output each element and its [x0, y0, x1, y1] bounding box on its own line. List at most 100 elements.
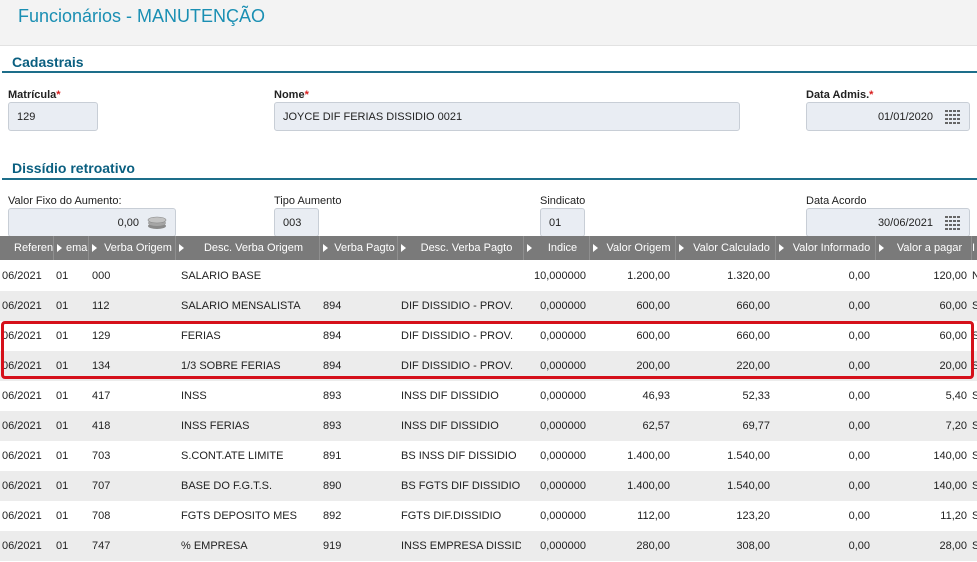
cell-valor-a-pagar: 20,00	[939, 360, 967, 372]
table-row[interactable]: 06/2021 01 417 INSS 893 INSS DIF DISSIDIO 0,00…	[0, 381, 977, 411]
cell-semana: 01	[56, 300, 69, 312]
table-row[interactable]: 06/2021 01 703 S.CONT.ATE LIMITE 891 BS INSS …	[0, 441, 977, 471]
sort-arrow-icon	[779, 244, 784, 252]
cell-valor-a-pagar: 11,20	[940, 510, 967, 522]
cell-verba-origem: 703	[92, 450, 111, 462]
cell-valor-calculado: 308,00	[736, 540, 770, 552]
cell-valor-informado: 0,00	[848, 330, 870, 342]
column-header-extra[interactable]: I	[972, 236, 977, 260]
cell-valor-calculado: 123,20	[736, 510, 770, 522]
sindicato-field[interactable]: 01	[540, 208, 585, 237]
cell-valor-a-pagar: 120,00	[933, 270, 967, 282]
cell-desc-verba-pagto	[401, 261, 521, 291]
table-row[interactable]: 06/2021 01 747 % EMPRESA 919 INSS EMPRESA DIS…	[0, 531, 977, 561]
sort-arrow-icon	[593, 244, 598, 252]
cell-valor-a-pagar: 28,00	[939, 540, 967, 552]
cell-desc-verba-pagto: DIF DISSIDIO - PROV.	[401, 360, 514, 372]
cell-valor-origem: 600,00	[636, 300, 670, 312]
cell-semana: 01	[56, 330, 69, 342]
cell-extra: S	[972, 330, 977, 342]
cell-indice: 0,000000	[540, 510, 586, 522]
cell-verba-origem: 112	[92, 300, 110, 312]
cell-referencia: 06/2021	[2, 450, 42, 462]
table-row[interactable]: 06/2021 01 112 SALARIO MENSALISTA 894 DIF DIS…	[0, 291, 977, 321]
cell-desc-verba-origem: 1/3 SOBRE FERIAS	[181, 360, 281, 372]
cell-valor-calculado: 660,00	[736, 300, 770, 312]
column-header-desc-verba-pagto[interactable]: Desc. Verba Pagto	[398, 236, 524, 260]
tipo-aumento-field[interactable]: 003	[274, 208, 319, 237]
cell-valor-calculado: 69,77	[742, 420, 770, 432]
cell-valor-a-pagar: 7,20	[945, 420, 967, 432]
data-acordo-field[interactable]: 30/06/2021	[806, 208, 970, 237]
table-row[interactable]: 06/2021 01 708 FGTS DEPOSITO MES 892 FGTS DIF…	[0, 501, 977, 531]
column-header-verba-origem[interactable]: Verba Origem	[89, 236, 176, 260]
column-header-verba-pagto[interactable]: Verba Pagto	[320, 236, 398, 260]
required-mark: *	[869, 89, 874, 101]
calendar-icon[interactable]	[945, 110, 961, 124]
matricula-field[interactable]: 129	[8, 102, 98, 131]
grid-header: Referen emai Verba Origem Desc. Verba Or…	[0, 236, 977, 260]
sort-arrow-icon	[401, 244, 406, 252]
column-header-valor-a-pagar[interactable]: Valor a pagar	[876, 236, 972, 260]
cell-verba-pagto: 891	[323, 450, 342, 462]
data-acordo-value: 30/06/2021	[877, 216, 933, 229]
cell-valor-origem: 112,00	[637, 510, 670, 522]
cell-extra: S	[972, 390, 977, 402]
table-row[interactable]: 06/2021 01 418 INSS FERIAS 893 INSS DIF DISSI…	[0, 411, 977, 441]
cell-desc-verba-pagto: BS FGTS DIF DISSIDIO	[401, 480, 521, 492]
cell-desc-verba-origem: SALARIO BASE	[181, 270, 262, 282]
valor-fixo-label: Valor Fixo do Aumento:	[8, 195, 122, 207]
calendar-icon[interactable]	[945, 216, 961, 230]
cell-verba-pagto: 894	[323, 330, 342, 342]
cell-referencia: 06/2021	[2, 330, 42, 342]
cell-extra: S	[972, 450, 977, 462]
column-header-valor-origem[interactable]: Valor Origem	[590, 236, 676, 260]
sort-arrow-icon	[92, 244, 97, 252]
cell-indice: 0,000000	[540, 360, 586, 372]
nome-field[interactable]: JOYCE DIF FERIAS DISSIDIO 0021	[274, 102, 740, 131]
cell-semana: 01	[56, 540, 69, 552]
data-admis-field[interactable]: 01/01/2020	[806, 102, 970, 131]
sort-arrow-icon	[179, 244, 184, 252]
cell-valor-origem: 200,00	[636, 360, 670, 372]
table-row[interactable]: 06/2021 01 134 1/3 SOBRE FERIAS 894 DIF DISSI…	[0, 351, 977, 381]
cell-valor-a-pagar: 140,00	[933, 480, 967, 492]
column-header-valor-informado[interactable]: Valor Informado	[776, 236, 876, 260]
cell-extra: S	[972, 300, 977, 312]
cell-desc-verba-pagto: DIF DISSIDIO - PROV.	[401, 330, 514, 342]
matricula-label: Matrícula*	[8, 89, 61, 101]
column-header-indice[interactable]: Indice	[524, 236, 590, 260]
column-header-valor-calculado[interactable]: Valor Calculado	[676, 236, 776, 260]
data-admis-label: Data Admis.*	[806, 89, 874, 101]
section-divider	[2, 71, 977, 73]
title-bar: Funcionários - MANUTENÇÃO	[0, 0, 977, 46]
cell-verba-origem: 708	[92, 510, 111, 522]
column-header-semana[interactable]: emai	[54, 236, 89, 260]
cell-referencia: 06/2021	[2, 510, 42, 522]
cell-valor-calculado: 52,33	[742, 390, 770, 402]
cell-indice: 0,000000	[540, 390, 586, 402]
table-row[interactable]: 06/2021 01 707 BASE DO F.G.T.S. 890 BS FGTS D…	[0, 471, 977, 501]
cell-valor-informado: 0,00	[848, 450, 870, 462]
cell-valor-informado: 0,00	[848, 510, 870, 522]
cell-extra: S	[972, 420, 977, 432]
cell-verba-pagto: 890	[323, 480, 342, 492]
cell-valor-origem: 62,57	[642, 420, 670, 432]
column-header-referencia[interactable]: Referen	[0, 236, 54, 260]
sindicato-value: 01	[549, 216, 562, 229]
cell-verba-pagto	[323, 261, 393, 291]
cell-valor-calculado: 660,00	[736, 330, 770, 342]
cell-valor-origem: 600,00	[636, 330, 670, 342]
cell-valor-informado: 0,00	[848, 540, 870, 552]
table-row[interactable]: 06/2021 01 129 FERIAS 894 DIF DISSIDIO - PROV…	[0, 321, 977, 351]
cell-verba-pagto: 894	[323, 360, 342, 372]
valor-fixo-value: 0,00	[117, 216, 139, 229]
sort-arrow-icon	[323, 244, 328, 252]
column-header-desc-verba-origem[interactable]: Desc. Verba Origem	[176, 236, 320, 260]
table-row[interactable]: 06/2021 01 000 SALARIO BASE 10,000000 1.200,0…	[0, 261, 977, 291]
money-icon[interactable]	[147, 216, 167, 230]
cell-desc-verba-origem: BASE DO F.G.T.S.	[181, 480, 273, 492]
cell-indice: 0,000000	[540, 480, 586, 492]
cell-valor-origem: 280,00	[636, 540, 670, 552]
valor-fixo-field[interactable]: 0,00	[8, 208, 176, 237]
